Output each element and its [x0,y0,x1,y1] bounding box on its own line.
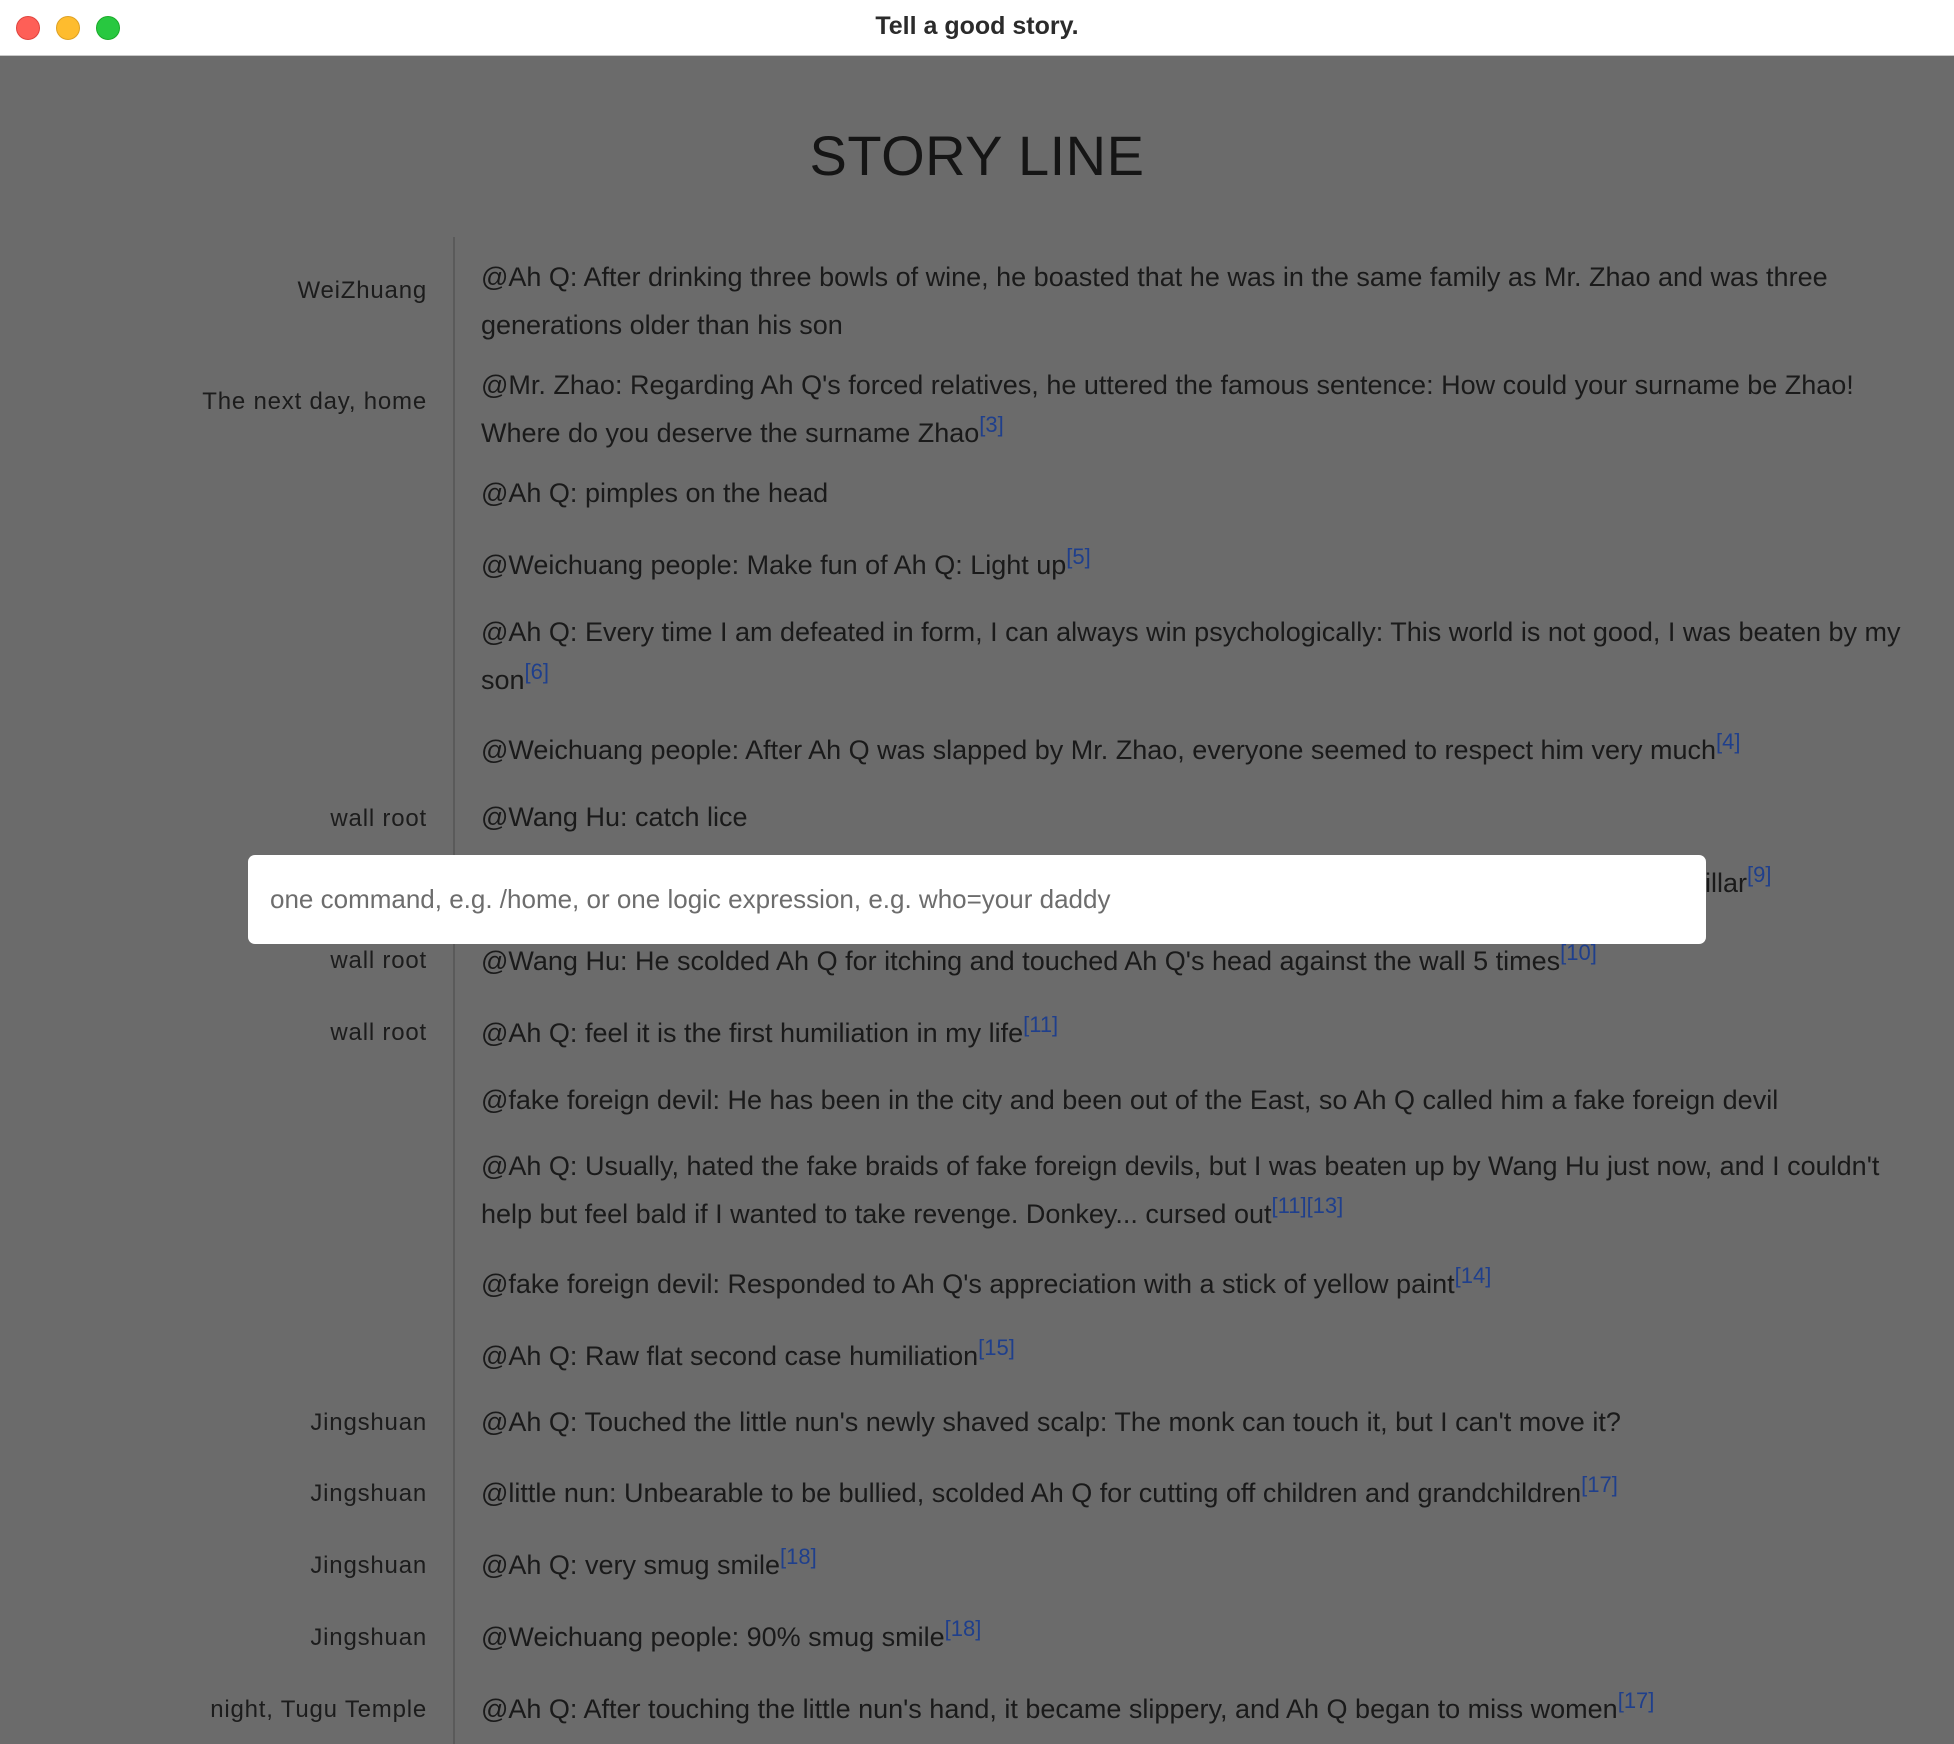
event-text: @Ah Q: After drinking three bowls of win… [481,262,1828,340]
event-text: @fake foreign devil: He has been in the … [481,1085,1779,1115]
event-location: Jingshuan [310,1552,427,1579]
timeline-divider [453,237,455,1744]
window-title: Tell a good story. [875,12,1079,40]
event-text: @Weichuang people: After Ah Q was slappe… [481,735,1717,765]
event-entry[interactable]: @Wang Hu: He scolded Ah Q for itching an… [481,937,1901,985]
event-entry[interactable]: @Ah Q: After drinking three bowls of win… [481,253,1901,349]
event-location: night, Tugu Temple [210,1696,427,1723]
event-text: @Ah Q: Touched the little nun's newly sh… [481,1407,1621,1437]
event-entry[interactable]: @little nun: Unbearable to be bullied, s… [481,1469,1901,1517]
event-location: The next day, home [202,388,427,415]
reference-link[interactable]: [3] [979,412,1003,437]
reference-link[interactable]: [18] [780,1544,817,1569]
event-entry[interactable]: @fake foreign devil: Responded to Ah Q's… [481,1260,1901,1308]
reference-link[interactable]: [11] [1272,1193,1307,1218]
event-text: @Wang Hu: He scolded Ah Q for itching an… [481,946,1561,976]
event-entry[interactable]: @Mr. Zhao: Regarding Ah Q's forced relat… [481,361,1901,457]
reference-link[interactable]: [11] [1023,1012,1058,1037]
title-bar: Tell a good story. [0,0,1954,56]
event-entry[interactable]: @Ah Q: very smug smile[18] [481,1541,1901,1589]
event-location: Jingshuan [310,1480,427,1507]
event-entry[interactable]: @Weichuang people: Make fun of Ah Q: Lig… [481,541,1901,589]
reference-link[interactable]: [17] [1581,1472,1618,1497]
reference-link[interactable]: [18] [945,1616,982,1641]
event-entry[interactable]: @Weichuang people: After Ah Q was slappe… [481,726,1901,774]
reference-link[interactable]: [5] [1066,544,1090,569]
event-location: WeiZhuang [297,277,427,304]
event-text: @Ah Q: Usually, hated the fake braids of… [481,1151,1880,1229]
event-entry[interactable]: @Wang Hu: catch lice [481,793,1901,841]
reference-link[interactable]: [14] [1455,1263,1492,1288]
event-entry[interactable]: @Weichuang people: 90% smug smile[18] [481,1613,1901,1661]
event-location: wall root [330,805,427,832]
event-text: @Weichuang people: 90% smug smile [481,1622,945,1652]
event-text: @Mr. Zhao: Regarding Ah Q's forced relat… [481,370,1854,448]
event-entry[interactable]: @Ah Q: feel it is the first humiliation … [481,1009,1901,1057]
page-title: STORY LINE [809,124,1145,187]
event-text: @Ah Q: pimples on the head [481,478,829,508]
event-location: wall root [330,947,427,974]
event-text: @fake foreign devil: Responded to Ah Q's… [481,1269,1455,1299]
event-text: @Ah Q: Raw flat second case humiliation [481,1341,979,1371]
event-text: @little nun: Unbearable to be bullied, s… [481,1478,1582,1508]
event-location: Jingshuan [310,1624,427,1651]
event-location: wall root [330,1019,427,1046]
reference-link[interactable]: [15] [978,1335,1015,1360]
event-entry[interactable]: @Ah Q: pimples on the head [481,469,1901,517]
reference-link[interactable]: [4] [1716,729,1740,754]
event-entry[interactable]: @fake foreign devil: He has been in the … [481,1076,1901,1124]
event-entry[interactable]: @Ah Q: Every time I am defeated in form,… [481,608,1901,704]
event-text: @Ah Q: After touching the little nun's h… [481,1694,1618,1724]
event-entry[interactable]: @Ah Q: Raw flat second case humiliation[… [481,1332,1901,1380]
event-entry[interactable]: @Ah Q: Touched the little nun's newly sh… [481,1398,1901,1446]
event-text: @Ah Q: very smug smile [481,1550,780,1580]
event-entry[interactable]: @Ah Q: Usually, hated the fake braids of… [481,1142,1901,1238]
reference-link[interactable]: [9] [1747,862,1771,887]
command-palette [248,855,1706,944]
event-location: Jingshuan [310,1409,427,1436]
event-text: @Ah Q: feel it is the first humiliation … [481,1018,1024,1048]
reference-link[interactable]: [13] [1307,1193,1344,1218]
command-input[interactable] [270,877,1680,921]
event-text: @Ah Q: Every time I am defeated in form,… [481,617,1901,695]
event-text: @Wang Hu: catch lice [481,802,748,832]
reference-link[interactable]: [17] [1618,1688,1655,1713]
reference-link[interactable]: [6] [525,659,549,684]
event-text: @Weichuang people: Make fun of Ah Q: Lig… [481,550,1067,580]
event-entry[interactable]: @Ah Q: After touching the little nun's h… [481,1685,1901,1733]
